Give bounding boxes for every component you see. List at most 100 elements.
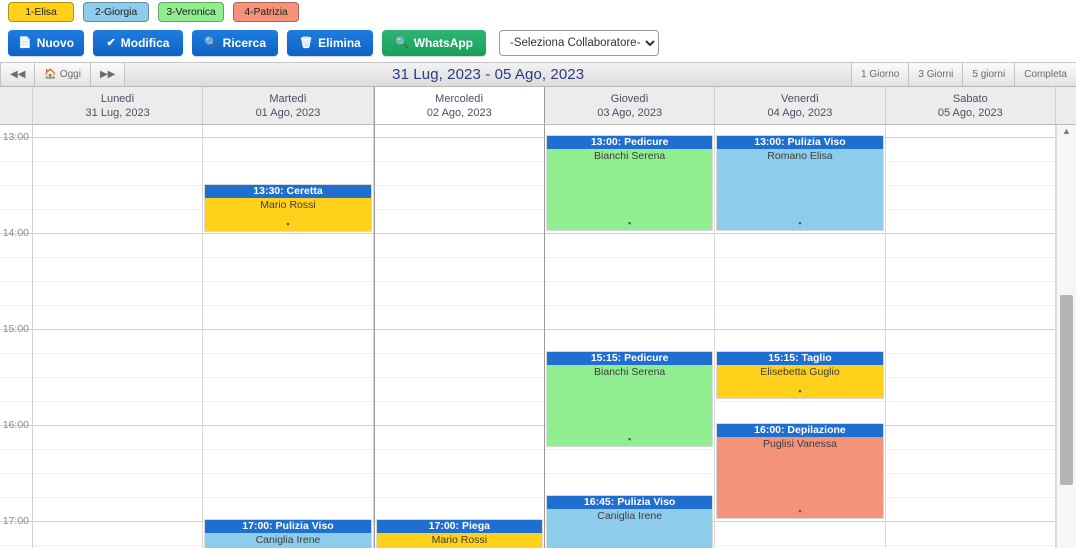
collaborator-select[interactable]: -Seleziona Collaboratore-: [499, 30, 659, 56]
day-header-venerdì[interactable]: Venerdì 04 Ago, 2023: [715, 87, 886, 124]
event-title: 13:30: Ceretta: [205, 185, 371, 198]
new-button[interactable]: 📄 Nuovo: [8, 30, 84, 56]
grid-line: [33, 449, 203, 450]
day-column-mercoledì[interactable]: 17:00: PiegaMario Rossi▪: [373, 125, 545, 548]
whatsapp-button[interactable]: 🔍 WhatsApp: [382, 30, 486, 56]
search-button[interactable]: 🔍 Ricerca: [192, 30, 278, 56]
event-client-name: Elisebetta Guglio: [760, 366, 840, 378]
grid-line: [715, 233, 885, 234]
day-column-martedì[interactable]: 13:30: Ceretta Mario Rossi ▪ 17:00: Pulizia…: [203, 125, 374, 548]
day-header-martedì[interactable]: Martedì 01 Ago, 2023: [203, 87, 374, 124]
view-button-5-giorni[interactable]: 5 giorni: [962, 63, 1015, 86]
grid-line: [885, 209, 1055, 210]
edit-button[interactable]: ✔ Modifica: [93, 30, 183, 56]
event-client-name: Caniglia Irene: [597, 510, 663, 522]
legend-chip[interactable]: 2-Giorgia: [83, 1, 149, 23]
next-period-button[interactable]: ▶▶: [90, 63, 126, 86]
day-header-giovedì[interactable]: Giovedì 03 Ago, 2023: [544, 87, 716, 124]
day-date: 31 Lug, 2023: [85, 106, 150, 119]
grid-line: [33, 473, 203, 474]
grid-line: [885, 233, 1055, 234]
prev-arrow-icon: ◀◀: [10, 69, 26, 80]
new-button-label: Nuovo: [36, 36, 75, 50]
collaborator-legend: 1-Elisa 2-Giorgia 3-Veronica 4-Patrizia: [0, 0, 1076, 24]
calendar-event[interactable]: 15:15: Pedicure Bianchi Serena ▪: [545, 351, 714, 447]
edit-button-label: Modifica: [120, 36, 170, 50]
delete-button-label: Elimina: [318, 36, 361, 50]
calendar-event[interactable]: 16:45: Pulizia VisoCaniglia Irene▪: [545, 495, 714, 548]
event-resize-handle[interactable]: ▪: [717, 219, 882, 228]
event-resize-handle[interactable]: ▪: [717, 387, 882, 396]
grid-line: [203, 281, 373, 282]
event-title: 16:00: Depilazione: [717, 424, 883, 437]
delete-button[interactable]: 🗑 Elimina: [287, 30, 373, 56]
day-name: Martedì: [269, 92, 307, 105]
view-button-3-giorni[interactable]: 3 Giorni: [908, 63, 963, 86]
event-body: Mario Rossi▪: [377, 533, 542, 548]
vertical-scrollbar[interactable]: ▲: [1056, 125, 1076, 548]
grid-line: [885, 281, 1055, 282]
calendar-event[interactable]: 17:00: Pulizia VisoCaniglia Irene▪: [204, 519, 372, 548]
prev-period-button[interactable]: ◀◀: [0, 63, 36, 86]
day-column-lunedì[interactable]: [33, 125, 204, 548]
event-body: Mario Rossi▪: [205, 198, 370, 231]
calendar-event[interactable]: 16:00: Depilazione Puglisi Vanessa ▪: [716, 423, 884, 519]
event-title: 15:15: Taglio: [717, 352, 883, 365]
event-client-name: Puglisi Vanessa: [763, 438, 837, 450]
grid-line: [885, 545, 1055, 546]
grid-line: [33, 497, 203, 498]
grid-line: [203, 449, 373, 450]
event-body: Puglisi Vanessa ▪: [717, 437, 882, 518]
grid-line: [203, 497, 373, 498]
event-resize-handle[interactable]: ▪: [547, 435, 712, 444]
whatsapp-button-label: WhatsApp: [413, 36, 474, 50]
day-column-giovedì[interactable]: 13:00: Pedicure Bianchi Serena ▪ 15:15: Ped…: [544, 125, 716, 548]
calendar-event[interactable]: 13:00: Pedicure Bianchi Serena ▪: [545, 135, 714, 231]
day-name: Venerdì: [781, 92, 819, 105]
grid-line: [885, 161, 1055, 162]
event-resize-handle[interactable]: ▪: [205, 220, 370, 229]
scrollbar-thumb[interactable]: [1060, 295, 1073, 485]
day-column-venerdì[interactable]: 13:00: Pulizia Viso Romano Elisa ▪ 15:15: T…: [715, 125, 886, 548]
grid-line: [203, 305, 373, 306]
grid-line: [0, 497, 32, 498]
day-header-sabato[interactable]: Sabato 05 Ago, 2023: [885, 87, 1056, 124]
legend-chip[interactable]: 4-Patrizia: [233, 1, 299, 23]
view-button-completa[interactable]: Completa: [1014, 63, 1076, 86]
grid-line: [374, 353, 544, 354]
day-columns: 13:30: Ceretta Mario Rossi ▪ 17:00: Pulizia…: [33, 125, 1056, 548]
calendar-event[interactable]: 13:00: Pulizia Viso Romano Elisa ▪: [716, 135, 884, 231]
event-client-name: Bianchi Serena: [594, 150, 666, 162]
check-icon: ✔: [106, 36, 116, 49]
time-label: 14:00: [2, 227, 29, 239]
today-button-label: Oggi: [59, 69, 81, 80]
main-toolbar: 📄 Nuovo ✔ Modifica 🔍 Ricerca 🗑 Elimina 🔍…: [0, 24, 1076, 62]
grid-line: [203, 401, 373, 402]
home-icon: 🏠: [44, 69, 57, 80]
legend-chip[interactable]: 1-Elisa: [8, 1, 74, 23]
day-column-sabato[interactable]: [885, 125, 1056, 548]
event-title: 17:00: Piega: [376, 520, 542, 533]
legend-chip[interactable]: 3-Veronica: [158, 1, 224, 23]
event-resize-handle[interactable]: ▪: [717, 507, 882, 516]
event-title: 15:15: Pedicure: [546, 352, 713, 365]
calendar-event[interactable]: 17:00: PiegaMario Rossi▪: [375, 519, 543, 548]
view-button-1-giorno[interactable]: 1 Giorno: [851, 63, 909, 86]
day-header-mercoledì[interactable]: Mercoledì 02 Ago, 2023: [373, 87, 545, 124]
day-name: Mercoledì: [435, 92, 484, 105]
today-button[interactable]: 🏠 Oggi: [35, 63, 91, 86]
grid-line: [885, 425, 1055, 426]
grid-line: [374, 233, 544, 234]
calendar-event[interactable]: 13:30: Ceretta Mario Rossi ▪: [204, 184, 372, 232]
day-header-scroll-pad: [1056, 87, 1076, 124]
grid-line: [33, 353, 203, 354]
day-header-lunedì[interactable]: Lunedì 31 Lug, 2023: [33, 87, 204, 124]
grid-line: [374, 401, 544, 402]
grid-line: [374, 257, 544, 258]
calendar-event[interactable]: 15:15: Taglio Elisebetta Guglio ▪: [716, 351, 884, 399]
grid-line: [715, 257, 885, 258]
event-resize-handle[interactable]: ▪: [547, 219, 712, 228]
scroll-up-arrow-icon[interactable]: ▲: [1057, 126, 1076, 136]
grid-line: [0, 281, 32, 282]
day-date: 04 Ago, 2023: [767, 106, 833, 119]
